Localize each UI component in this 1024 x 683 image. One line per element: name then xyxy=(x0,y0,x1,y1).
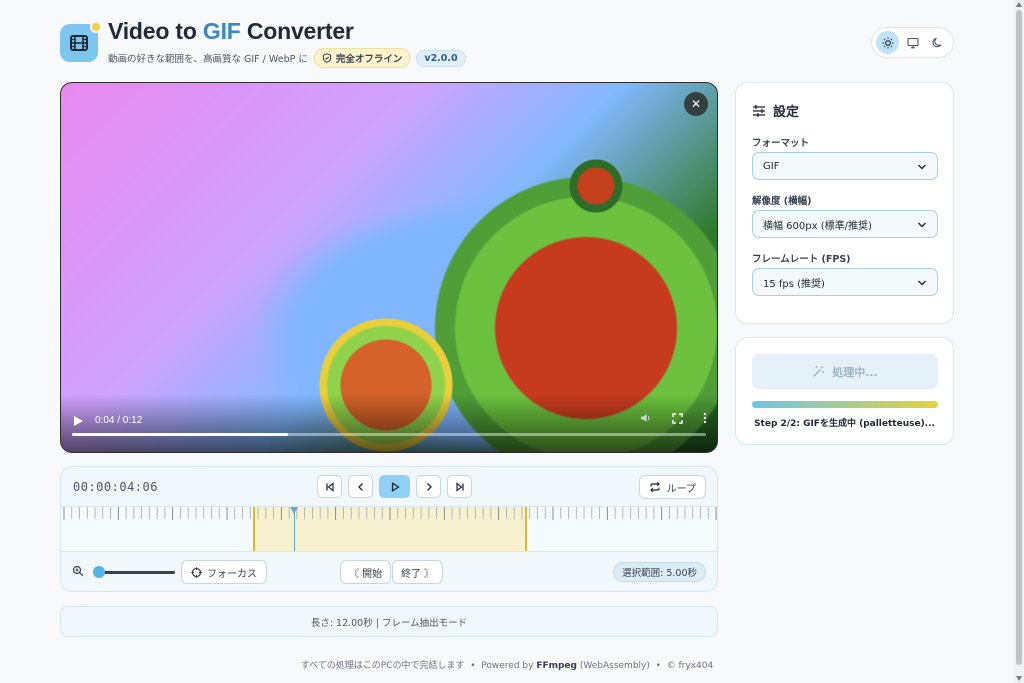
video-play-icon[interactable] xyxy=(74,416,83,426)
close-video-button[interactable]: ✕ xyxy=(684,92,708,116)
more-options-icon[interactable] xyxy=(703,412,707,424)
film-icon xyxy=(70,35,88,51)
video-controls: 0:04 / 0:12 xyxy=(61,394,717,452)
video-progress-fill xyxy=(72,433,288,436)
process-panel: 処理中... Step 2/2: GIFを生成中 (palletteuse)..… xyxy=(735,337,954,445)
video-progress-bar[interactable] xyxy=(72,433,706,436)
volume-icon[interactable] xyxy=(640,412,652,424)
page-title: Video to GIF Converter xyxy=(108,18,354,44)
theme-dark-button[interactable] xyxy=(926,31,949,54)
ffmpeg-link[interactable]: FFmpeg xyxy=(536,661,577,671)
fps-select[interactable]: 15 fps (推奨) xyxy=(752,268,938,296)
video-time: 0:04 / 0:12 xyxy=(95,415,143,426)
timeline-track[interactable] xyxy=(61,506,717,552)
timeline-toolbar: フォーカス 〘 開始 終了 〙 選択範囲: 5.00秒 xyxy=(61,560,717,584)
offline-badge: 完全オフライン xyxy=(313,48,411,68)
zoom-icon xyxy=(72,565,84,577)
crosshair-icon xyxy=(191,566,202,578)
set-end-button[interactable]: 終了 〙 xyxy=(392,560,444,584)
sun-icon xyxy=(882,37,893,48)
scroll-up-icon[interactable] xyxy=(1016,2,1022,7)
app-logo xyxy=(60,21,102,62)
zoom-slider-knob[interactable] xyxy=(93,566,105,578)
theme-light-button[interactable] xyxy=(876,31,899,54)
monitor-icon xyxy=(906,37,919,48)
loop-button[interactable]: ループ xyxy=(638,475,706,499)
format-label: フォーマット xyxy=(752,138,810,149)
fps-label: フレームレート (FPS) xyxy=(752,254,851,265)
video-preview[interactable]: ✕ 0:04 / 0:12 xyxy=(60,82,718,453)
transport-controls xyxy=(317,475,472,498)
focus-button[interactable]: フォーカス xyxy=(181,560,267,584)
timeline-panel: 00:00:04:06 ループ フォーカス 〘 開始 終了 〙 選択範囲: 5.… xyxy=(60,466,718,592)
chevron-right-icon xyxy=(426,482,432,491)
skip-forward-icon xyxy=(455,481,464,492)
skip-to-end-button[interactable] xyxy=(447,475,472,498)
page-scrollbar[interactable] xyxy=(1014,0,1024,683)
magic-wand-icon xyxy=(813,366,825,378)
theme-system-button[interactable] xyxy=(901,31,924,54)
close-icon: ✕ xyxy=(690,97,702,111)
repeat-icon xyxy=(649,481,660,493)
set-start-button[interactable]: 〘 開始 xyxy=(340,560,392,584)
fullscreen-icon[interactable] xyxy=(672,412,683,424)
moon-icon xyxy=(931,37,941,47)
play-button[interactable] xyxy=(379,475,410,498)
subtitle-row: 動画の好きな範囲を、高画質な GIF / WebP に 完全オフライン v2.0… xyxy=(108,48,466,68)
skip-to-start-button[interactable] xyxy=(317,475,342,498)
play-icon xyxy=(391,481,400,492)
sliders-icon xyxy=(753,104,765,117)
process-status-text: Step 2/2: GIFを生成中 (palletteuse)... xyxy=(754,419,935,429)
playhead-knob[interactable] xyxy=(290,507,299,514)
version-badge: v2.0.0 xyxy=(416,49,466,67)
theme-switcher xyxy=(871,27,954,58)
shield-check-icon xyxy=(322,53,331,63)
chevron-left-icon xyxy=(357,482,363,491)
process-progress-fill xyxy=(752,401,938,408)
resolution-select[interactable]: 横幅 600px (標準/推奨) xyxy=(752,210,938,238)
settings-heading: 設定 xyxy=(752,101,799,120)
chevron-down-icon xyxy=(918,164,926,170)
process-progress-bar xyxy=(752,401,938,408)
footer: すべての処理はこのPCの中で完結します • Powered by FFmpeg … xyxy=(300,661,714,671)
chevron-down-icon xyxy=(918,280,926,286)
next-frame-button[interactable] xyxy=(416,475,441,498)
video-info-bar: 長さ: 12.00秒 | フレーム抽出モード xyxy=(60,606,718,637)
prev-frame-button[interactable] xyxy=(348,475,373,498)
timeline-ruler xyxy=(63,507,717,520)
settings-panel: 設定 フォーマット GIF 解像度 (横幅) 横幅 600px (標準/推奨) … xyxy=(735,82,954,324)
chevron-down-icon xyxy=(918,222,926,228)
app-header: Video to GIF Converter 動画の好きな範囲を、高画質な GI… xyxy=(60,18,954,70)
selection-range-badge: 選択範囲: 5.00秒 xyxy=(613,562,706,582)
convert-button[interactable]: 処理中... xyxy=(752,354,938,389)
skip-back-icon xyxy=(325,481,334,492)
zoom-slider[interactable] xyxy=(93,566,175,578)
format-select[interactable]: GIF xyxy=(752,152,938,180)
subtitle: 動画の好きな範囲を、高画質な GIF / WebP に xyxy=(108,54,308,65)
resolution-label: 解像度 (横幅) xyxy=(752,196,812,207)
scrollbar-thumb[interactable] xyxy=(1016,10,1022,665)
playhead[interactable] xyxy=(290,507,299,551)
scroll-down-icon[interactable] xyxy=(1016,676,1022,681)
timecode-display: 00:00:04:06 xyxy=(73,480,158,494)
logo-status-dot xyxy=(90,21,102,33)
